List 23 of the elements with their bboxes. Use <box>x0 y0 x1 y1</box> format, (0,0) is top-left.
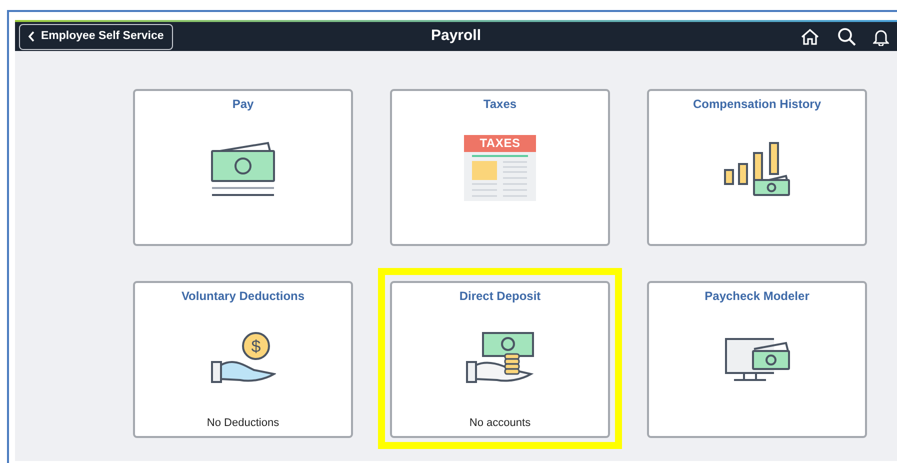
tile[interactable]: Voluntary Deductions $ No Deductions <box>133 281 353 438</box>
chevron-left-icon <box>28 31 35 42</box>
home-icon[interactable] <box>800 28 820 46</box>
tile-title: Paycheck Modeler <box>704 288 810 305</box>
monitor-cash-icon <box>724 336 790 382</box>
tile-title: Voluntary Deductions <box>181 288 305 305</box>
tile[interactable]: Pay <box>133 89 353 246</box>
tile[interactable]: Paycheck Modeler <box>647 281 867 438</box>
tile-title: Pay <box>232 96 254 113</box>
back-button[interactable]: Employee Self Service <box>19 24 173 50</box>
tile-status: No accounts <box>469 416 531 430</box>
tile-title: Direct Deposit <box>459 288 541 305</box>
page-title: Payroll <box>430 26 482 46</box>
bar-chart-cash-icon <box>723 140 791 196</box>
tile[interactable]: Compensation History <box>647 89 867 246</box>
bell-icon[interactable] <box>873 28 889 46</box>
tile[interactable]: Direct Deposit No accounts <box>390 281 610 438</box>
tile-title: Taxes <box>483 96 517 113</box>
tile-status: No Deductions <box>206 416 280 430</box>
tax-label: TAXES <box>464 134 536 152</box>
tile-title: Compensation History <box>692 96 821 113</box>
search-icon[interactable] <box>837 27 856 46</box>
tile[interactable]: Taxes TAXES <box>390 89 610 246</box>
